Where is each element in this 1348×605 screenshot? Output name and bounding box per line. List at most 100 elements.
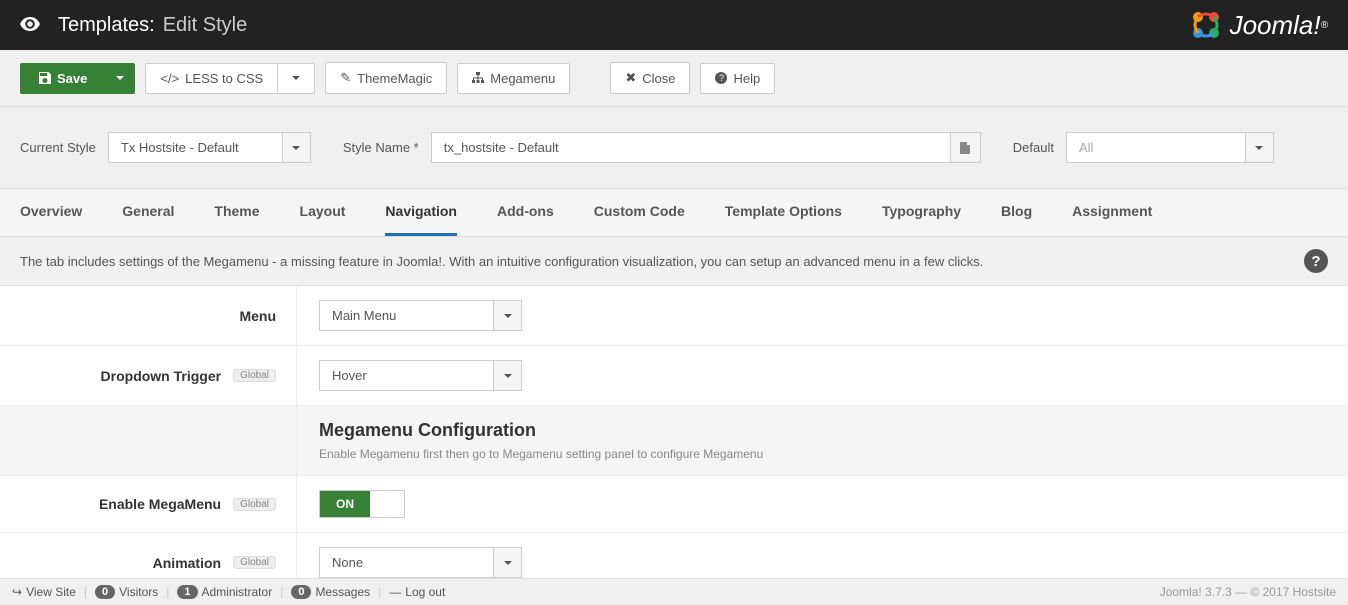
tab-overview[interactable]: Overview (20, 189, 82, 236)
form-bar: Current Style Tx Hostsite - Default Styl… (0, 107, 1348, 189)
current-style-select[interactable]: Tx Hostsite - Default (108, 132, 311, 163)
default-label: Default (1013, 140, 1054, 155)
tab-typography[interactable]: Typography (882, 189, 961, 236)
settings-panel: Menu Main Menu Dropdown Trigger Global H… (0, 286, 1348, 592)
megamenu-button[interactable]: Megamenu (457, 63, 570, 94)
tab-navigation[interactable]: Navigation (385, 189, 457, 236)
wand-icon: ✎ (340, 70, 351, 86)
footer-bar: ↪ View Site | 0 Visitors | 1 Administrat… (0, 578, 1348, 605)
tab-general[interactable]: General (122, 189, 174, 236)
thememagic-label: ThemeMagic (357, 71, 432, 86)
page-subtitle: Edit Style (163, 14, 247, 37)
setting-menu-label-col: Menu (0, 286, 296, 345)
global-badge: Global (233, 369, 276, 382)
tab-theme[interactable]: Theme (214, 189, 259, 236)
menu-label: Menu (239, 308, 276, 324)
joomla-icon (1188, 7, 1224, 43)
toggle-off-space (370, 491, 404, 517)
separator: | (84, 585, 87, 599)
less-to-css-button[interactable]: </> LESS to CSS (145, 63, 278, 94)
brand-text: Joomla! (1230, 10, 1321, 41)
less-dropdown-button[interactable] (277, 63, 315, 94)
menu-select[interactable]: Main Menu (319, 300, 522, 331)
caret-down-icon (1255, 146, 1263, 150)
file-icon (960, 142, 970, 154)
help-button[interactable]: ? Help (700, 63, 775, 94)
default-select[interactable]: All (1066, 132, 1274, 163)
visitors-label: Visitors (119, 585, 158, 599)
save-icon (39, 72, 51, 84)
section-header-spacer (0, 406, 296, 475)
close-icon: ✖ (625, 70, 636, 86)
section-title: Megamenu Configuration (319, 420, 1326, 441)
global-badge: Global (233, 556, 276, 569)
section-subtitle: Enable Megamenu first then go to Megamen… (319, 447, 1326, 461)
current-style-caret[interactable] (283, 132, 311, 163)
tab-blog[interactable]: Blog (1001, 189, 1032, 236)
sitemap-icon (472, 72, 484, 84)
dash: — (1235, 585, 1250, 599)
setting-enable-megamenu-ctrl-col: ON (296, 476, 1348, 532)
thememagic-button[interactable]: ✎ ThemeMagic (325, 62, 447, 94)
caret-down-icon (504, 561, 512, 565)
separator: | (378, 585, 381, 599)
separator: | (280, 585, 283, 599)
current-style-label: Current Style (20, 140, 96, 155)
less-button-group: </> LESS to CSS (145, 63, 315, 94)
help-label: Help (733, 71, 760, 86)
save-dropdown-button[interactable] (105, 63, 135, 94)
footer-right: Joomla! 3.7.3 — © 2017 Hostsite (1160, 585, 1336, 599)
section-header-row: Megamenu Configuration Enable Megamenu f… (0, 406, 1348, 476)
setting-menu-ctrl-col: Main Menu (296, 286, 1348, 345)
menu-caret[interactable] (494, 300, 522, 331)
style-name-reset-button[interactable] (951, 132, 981, 163)
help-circle-button[interactable]: ? (1304, 249, 1328, 273)
admin-link[interactable]: 1 Administrator (177, 585, 272, 599)
tab-description: The tab includes settings of the Megamen… (20, 254, 983, 269)
setting-dropdown-trigger-ctrl-col: Hover (296, 346, 1348, 405)
default-caret[interactable] (1246, 132, 1274, 163)
messages-label: Messages (315, 585, 370, 599)
caret-down-icon (504, 374, 512, 378)
close-button[interactable]: ✖ Close (610, 62, 690, 94)
version-text: Joomla! 3.7.3 (1160, 585, 1232, 599)
dropdown-trigger-value: Hover (319, 360, 494, 391)
caret-down-icon (504, 314, 512, 318)
less-to-css-label: LESS to CSS (185, 71, 263, 86)
registered-mark: ® (1321, 20, 1328, 31)
toolbar: Save </> LESS to CSS ✎ ThemeMagic Megame… (0, 50, 1348, 107)
section-header-ctrl-col: Megamenu Configuration Enable Megamenu f… (296, 406, 1348, 475)
enable-megamenu-toggle[interactable]: ON (319, 490, 405, 518)
visitors-count: 0 (95, 585, 115, 599)
admin-label: Administrator (202, 585, 273, 599)
dropdown-trigger-label: Dropdown Trigger (101, 368, 222, 384)
save-button[interactable]: Save (20, 63, 106, 94)
dropdown-trigger-caret[interactable] (494, 360, 522, 391)
visitors-link[interactable]: 0 Visitors (95, 585, 158, 599)
animation-select[interactable]: None (319, 547, 522, 578)
messages-count: 0 (291, 585, 311, 599)
animation-value: None (319, 547, 494, 578)
style-name-input[interactable] (431, 132, 951, 163)
default-value: All (1066, 132, 1246, 163)
megamenu-label: Megamenu (490, 71, 555, 86)
header-bar: Templates: Edit Style Joomla!® (0, 0, 1348, 50)
tab-addons[interactable]: Add-ons (497, 189, 554, 236)
global-badge: Global (233, 498, 276, 511)
tab-assignment[interactable]: Assignment (1072, 189, 1152, 236)
dropdown-trigger-select[interactable]: Hover (319, 360, 522, 391)
view-site-link[interactable]: ↪ View Site (12, 585, 76, 599)
tab-custom-code[interactable]: Custom Code (594, 189, 685, 236)
tab-layout[interactable]: Layout (300, 189, 346, 236)
logout-link[interactable]: — Log out (389, 585, 445, 599)
code-icon: </> (160, 71, 179, 86)
tab-description-row: The tab includes settings of the Megamen… (0, 237, 1348, 286)
messages-link[interactable]: 0 Messages (291, 585, 370, 599)
toggle-on-label: ON (320, 491, 370, 517)
setting-menu-row: Menu Main Menu (0, 286, 1348, 346)
tabs-bar: Overview General Theme Layout Navigation… (0, 189, 1348, 237)
external-link-icon: ↪ (12, 585, 22, 599)
caret-down-icon (116, 76, 124, 80)
tab-template-options[interactable]: Template Options (725, 189, 842, 236)
animation-caret[interactable] (494, 547, 522, 578)
